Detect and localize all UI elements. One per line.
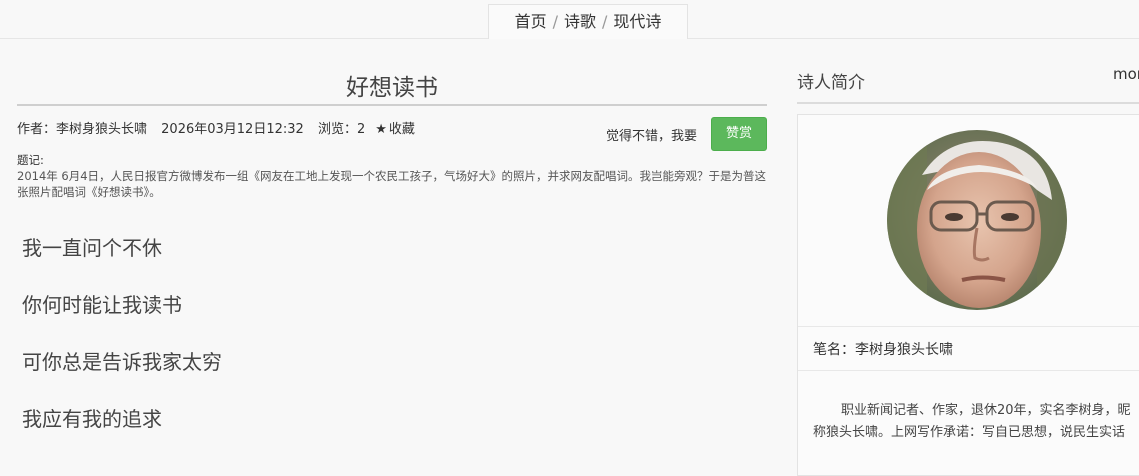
top-bar: 首页 / 诗歌 / 现代诗 (0, 0, 1139, 39)
poet-bio: 职业新闻记者、作家，退休20年，实名李树身，昵称狼头长啸。上网写作承诺：写自已思… (813, 403, 1131, 440)
breadcrumb-home-link[interactable]: 首页 (515, 12, 547, 31)
breadcrumb-separator: / (602, 12, 608, 31)
card-divider (798, 370, 1139, 371)
card-divider (798, 326, 1139, 327)
view-count: 浏览：2 (317, 122, 366, 137)
like-area: 觉得不错，我要 赞赏 (606, 117, 767, 151)
breadcrumb-poetry-link[interactable]: 诗歌 (564, 12, 596, 31)
pen-name: 笔名：李树身狼头长啸 (813, 342, 953, 358)
title-divider (17, 104, 767, 106)
preface-text: 2014年 6月4日，人民日报官方微博发布一组《网友在工地上发现一个农民工孩子，… (17, 169, 767, 199)
breadcrumb-modern-link[interactable]: 现代诗 (613, 12, 661, 31)
poem-line: 你何时能让我读书 (22, 293, 182, 317)
poem-title: 好想读书 (346, 75, 438, 101)
preface: 题记: 2014年 6月4日，人民日报官方微博发布一组《网友在工地上发现一个农民… (17, 152, 767, 200)
reward-button[interactable]: 赞赏 (711, 117, 767, 151)
poem-line: 可你总是告诉我家太穷 (22, 350, 222, 374)
breadcrumb-separator: / (552, 12, 558, 31)
favorite-link[interactable]: 收藏 (389, 122, 415, 137)
breadcrumb: 首页 / 诗歌 / 现代诗 (488, 4, 688, 39)
author-link[interactable]: 作者：李树身狼头长啸 (17, 122, 147, 137)
avatar-image (887, 130, 1067, 310)
poem-line: 我应有我的追求 (22, 407, 162, 431)
poem-main: 好想读书 作者：李树身狼头长啸 2026年03月12日12:32 浏览：2 ★ 收藏… (17, 38, 767, 431)
poem-body: 我一直问个不休 你何时能让我读书 可你总是告诉我家太穷 我应有我的追求 (22, 234, 762, 462)
poem-line: 我一直问个不休 (22, 236, 162, 260)
more-link[interactable]: mor (1113, 65, 1139, 83)
poem-meta: 作者：李树身狼头长啸 2026年03月12日12:32 浏览：2 ★ 收藏 (17, 118, 425, 137)
like-text: 觉得不错，我要 (605, 128, 697, 144)
publish-datetime: 2026年03月12日12:32 (161, 122, 304, 137)
star-icon[interactable]: ★ (375, 122, 387, 137)
poet-sidebar: 诗人简介 mor (797, 38, 1139, 476)
poet-card: 笔名：李树身狼头长啸 职业新闻记者、作家，退休20年，实名李树身，昵称狼头长啸。… (797, 114, 1139, 476)
sidebar-header: 诗人简介 mor (797, 38, 1139, 104)
preface-label: 题记: (17, 153, 44, 167)
avatar[interactable] (887, 130, 1067, 310)
sidebar-title: 诗人简介 (797, 73, 865, 93)
